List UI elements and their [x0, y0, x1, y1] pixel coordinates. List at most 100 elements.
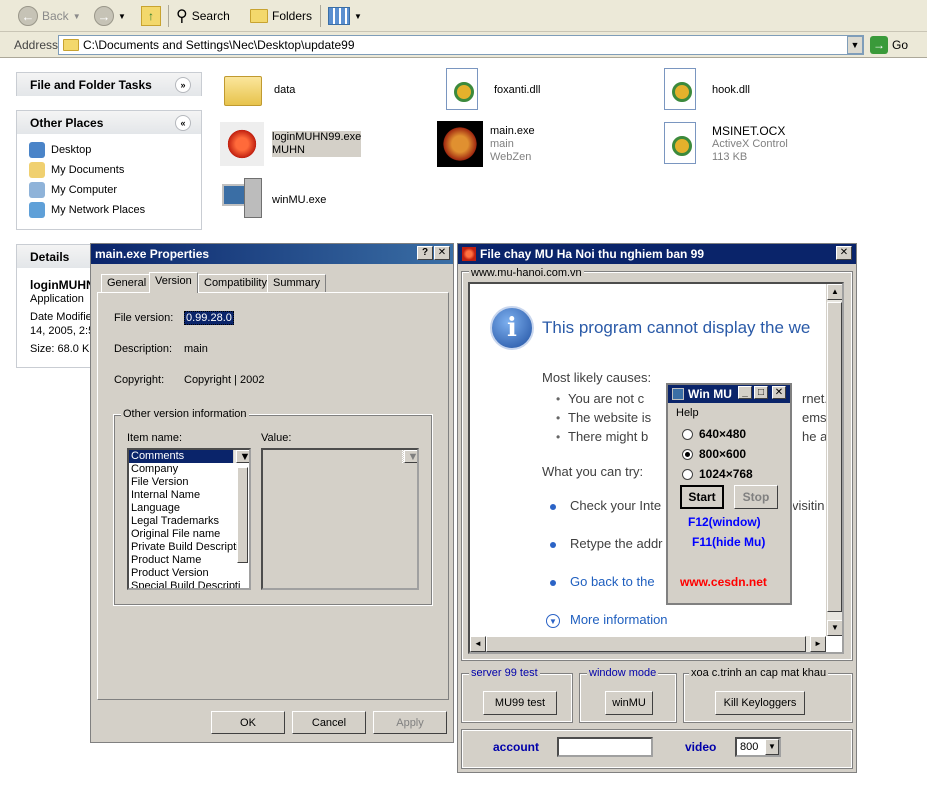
file-item-hook[interactable]: hook.dll	[658, 66, 750, 114]
win-mu-titlebar[interactable]: Win MU _ □ ✕	[668, 385, 790, 403]
address-label: Address	[14, 38, 59, 52]
go-arrow-icon: →	[870, 36, 888, 54]
file-item-data[interactable]: data	[220, 66, 295, 114]
list-item[interactable]: Private Build Descripti	[129, 541, 249, 554]
minimize-button[interactable]: _	[738, 386, 752, 399]
tab-general[interactable]: General	[101, 274, 153, 292]
chevron-down-icon: ▼	[72, 11, 81, 21]
description-value[interactable]: main	[184, 343, 208, 355]
go-back-link[interactable]: Go back to the	[570, 574, 655, 589]
tab-summary[interactable]: Summary	[267, 274, 327, 292]
version-tab-panel: File version: 0.99.28.0 Description: mai…	[97, 292, 449, 700]
search-icon: ⚲	[176, 8, 188, 25]
kill-keyloggers-button[interactable]: Kill Keyloggers	[715, 691, 805, 715]
back-button[interactable]: ← Back ▼	[18, 4, 81, 28]
maximize-button[interactable]: □	[754, 386, 768, 399]
value-scrollbar: ▲▼	[401, 450, 417, 463]
other-places-panel: Other Places « Desktop My Documents My C…	[16, 110, 202, 230]
f11-hint: F11(hide Mu)	[692, 535, 766, 549]
list-item[interactable]: Company	[129, 463, 249, 476]
list-item[interactable]: Original File name	[129, 528, 249, 541]
address-bar: Address C:\Documents and Settings\Nec\De…	[0, 32, 927, 58]
list-item[interactable]: File Version	[129, 476, 249, 489]
mu99-test-button[interactable]: MU99 test	[483, 691, 557, 715]
video-select[interactable]: 800 ▼	[735, 737, 781, 757]
list-item[interactable]: Product Name	[129, 554, 249, 567]
collapse-icon[interactable]: «	[175, 114, 191, 131]
folders-button[interactable]: Folders	[250, 4, 312, 28]
list-item[interactable]: Internal Name	[129, 489, 249, 502]
computer-icon	[672, 388, 684, 400]
my-documents-icon	[29, 162, 45, 178]
dll-gear-icon	[658, 66, 706, 114]
mu-app-icon	[218, 120, 266, 168]
views-icon	[328, 7, 350, 25]
browser-hscrollbar[interactable]: ◄ ►	[470, 636, 826, 652]
value-box: ▲▼	[261, 448, 419, 590]
desktop-icon	[29, 142, 45, 158]
more-information-link[interactable]: More information	[570, 612, 668, 627]
file-folder-tasks-header[interactable]: File and Folder Tasks »	[17, 73, 201, 96]
mu-launcher-titlebar[interactable]: File chay MU Ha Noi thu nghiem ban 99 ✕	[458, 244, 856, 264]
bullet-icon	[550, 542, 556, 548]
mu-main-icon	[436, 120, 484, 168]
expand-chevron-icon[interactable]: ▼	[546, 614, 560, 628]
file-version-value[interactable]: 0.99.28.0	[184, 311, 234, 325]
file-item-winmu[interactable]: winMU.exe	[218, 176, 326, 224]
res-1024-radio[interactable]: 1024×768	[682, 467, 753, 481]
help-menu[interactable]: Help	[676, 407, 699, 419]
cancel-button[interactable]: Cancel	[292, 711, 366, 734]
place-my-documents[interactable]: My Documents	[17, 160, 201, 180]
stop-button[interactable]: Stop	[734, 485, 778, 509]
start-button[interactable]: Start	[680, 485, 724, 509]
views-button[interactable]: ▼	[328, 4, 362, 28]
file-item-loginmuhn99[interactable]: loginMUHN99.exe MUHN	[218, 120, 362, 168]
up-folder-button[interactable]: ↑	[141, 4, 161, 28]
place-desktop[interactable]: Desktop	[17, 140, 201, 160]
close-button[interactable]: ✕	[434, 246, 450, 260]
res-800-radio[interactable]: 800×600	[682, 447, 746, 461]
ok-button[interactable]: OK	[211, 711, 285, 734]
list-item[interactable]: Comments	[129, 450, 249, 463]
properties-titlebar[interactable]: main.exe Properties ? ✕	[91, 244, 453, 264]
list-item[interactable]: Product Version	[129, 567, 249, 580]
file-item-main-exe[interactable]: main.exe main WebZen	[436, 120, 535, 168]
file-item-foxanti[interactable]: foxanti.dll	[440, 66, 540, 114]
list-scrollbar[interactable]: ▲▼	[233, 450, 249, 563]
browser-vscrollbar[interactable]: ▲ ▼	[826, 284, 842, 636]
search-button[interactable]: ⚲ Search	[176, 4, 230, 28]
list-item[interactable]: Legal Trademarks	[129, 515, 249, 528]
tab-version[interactable]: Version	[149, 272, 198, 293]
expand-icon[interactable]: »	[175, 76, 191, 93]
list-item[interactable]: Special Build Descripti	[129, 580, 249, 588]
other-places-header[interactable]: Other Places «	[17, 111, 201, 134]
chevron-down-icon[interactable]: ▼	[765, 739, 779, 755]
close-button[interactable]: ✕	[772, 386, 786, 399]
toolbar: ← Back ▼ → ▼ ↑ ⚲ Search Folders ▼	[0, 0, 927, 32]
item-name-list[interactable]: Comments Company File Version Internal N…	[127, 448, 251, 590]
help-button[interactable]: ?	[417, 246, 433, 260]
apply-button[interactable]: Apply	[373, 711, 447, 734]
bullet-icon	[550, 580, 556, 586]
tab-compatibility[interactable]: Compatibility	[198, 274, 273, 292]
chevron-down-icon: ▼	[118, 11, 126, 21]
up-folder-icon: ↑	[141, 6, 161, 26]
folder-icon	[63, 39, 79, 51]
cesdn-link[interactable]: www.cesdn.net	[680, 575, 767, 589]
forward-button[interactable]: → ▼	[94, 4, 126, 28]
list-item[interactable]: Language	[129, 502, 249, 515]
close-button[interactable]: ✕	[836, 246, 852, 260]
address-input[interactable]: C:\Documents and Settings\Nec\Desktop\up…	[58, 35, 864, 55]
back-arrow-icon: ←	[18, 6, 38, 26]
winmu-button[interactable]: winMU	[605, 691, 653, 715]
res-640-radio[interactable]: 640×480	[682, 427, 746, 441]
file-folder-tasks-panel: File and Folder Tasks »	[16, 72, 202, 96]
place-my-computer[interactable]: My Computer	[17, 180, 201, 200]
file-item-msinet[interactable]: MSINET.OCX ActiveX Control 113 KB	[658, 120, 788, 168]
chevron-down-icon: ▼	[354, 11, 362, 21]
copyright-value[interactable]: Copyright | 2002	[184, 374, 265, 386]
go-button[interactable]: → Go	[870, 36, 908, 54]
account-input[interactable]	[557, 737, 653, 757]
address-dropdown-button[interactable]: ▼	[847, 36, 863, 54]
place-my-network[interactable]: My Network Places	[17, 200, 201, 220]
